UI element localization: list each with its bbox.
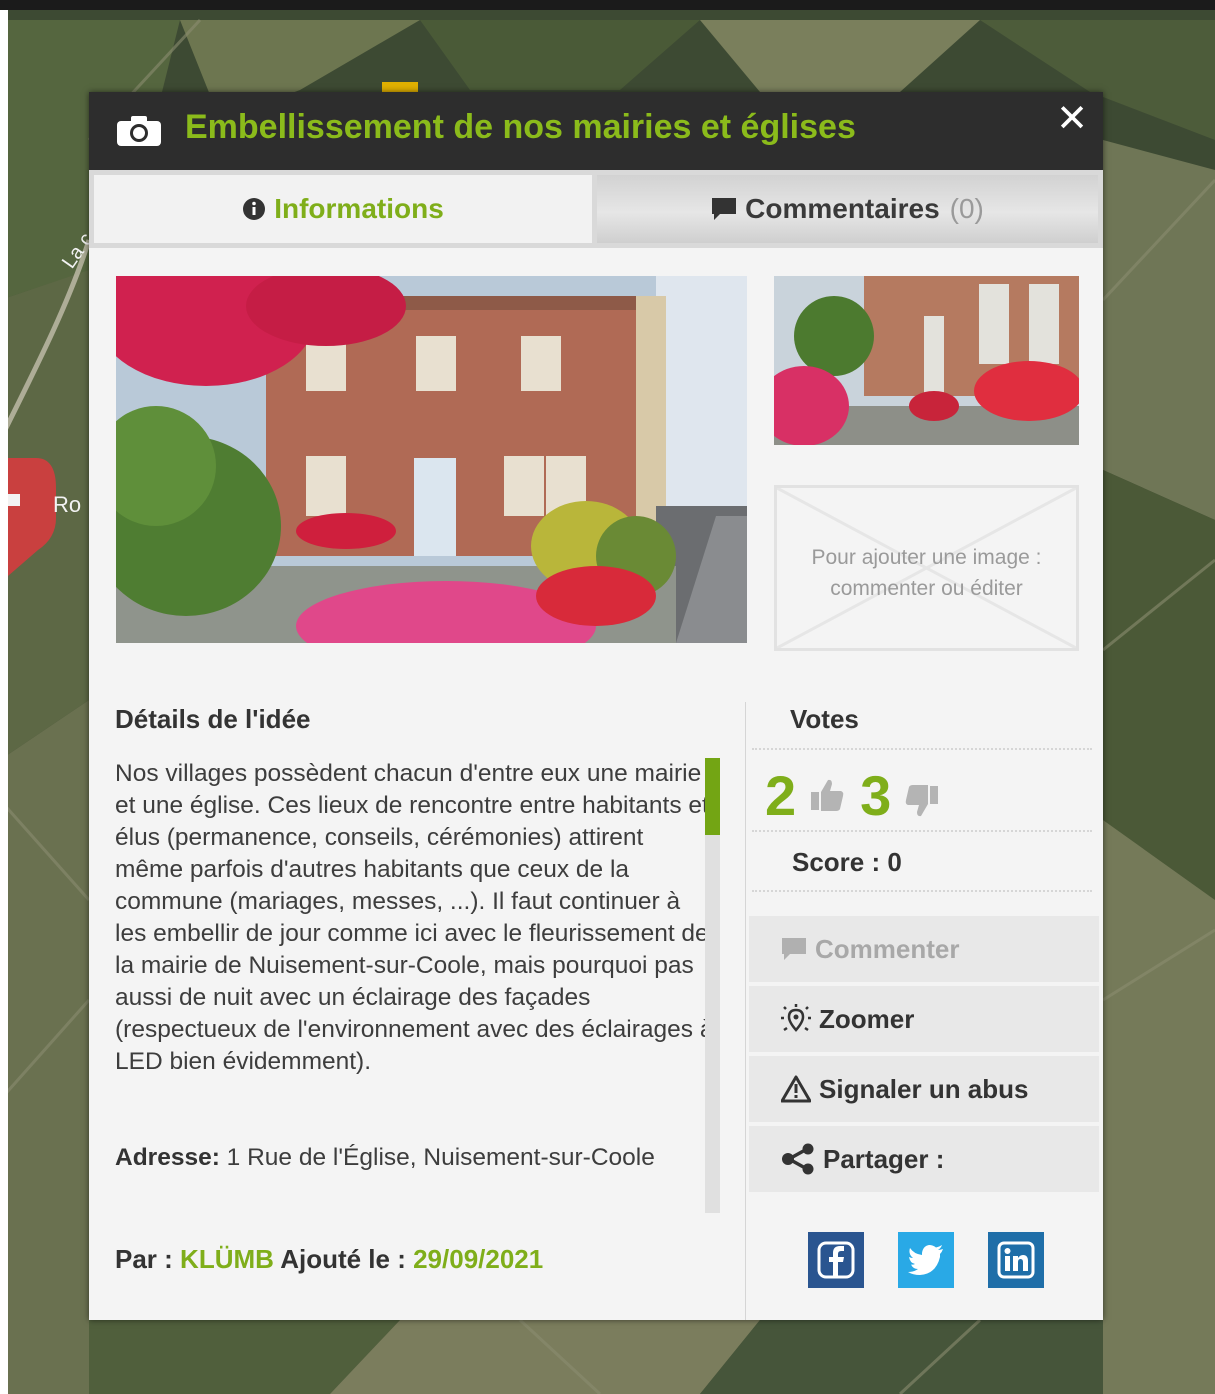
by-label: Par :	[115, 1244, 173, 1274]
comment-button-label: Commenter	[815, 933, 960, 964]
map-marker-icon[interactable]	[8, 458, 56, 576]
tab-informations[interactable]: Informations	[94, 175, 592, 243]
main-photo[interactable]	[116, 276, 747, 643]
tab-commentaires-label: Commentaires	[745, 193, 940, 224]
warning-icon	[781, 1075, 811, 1103]
thumbs-up-icon[interactable]	[810, 778, 844, 812]
info-icon	[242, 197, 266, 221]
comment-icon	[711, 197, 737, 221]
details-scrollbar-thumb[interactable]	[705, 758, 720, 835]
camera-icon	[117, 116, 161, 146]
zoom-button[interactable]: Zoomer	[749, 986, 1099, 1052]
column-divider	[745, 702, 746, 1320]
divider	[752, 748, 1092, 750]
divider	[752, 830, 1092, 832]
byline: Par : KLÜMB Ajouté le : 29/09/2021	[115, 1244, 543, 1275]
tab-commentaires[interactable]: Commentaires (0)	[597, 175, 1098, 243]
zoom-button-label: Zoomer	[819, 1003, 915, 1034]
twitter-share-button[interactable]	[898, 1232, 954, 1288]
popup-tabs: Informations Commentaires (0)	[89, 170, 1103, 248]
address-value: 1 Rue de l'Église, Nuisement-sur-Coole	[226, 1144, 655, 1171]
address: Adresse: 1 Rue de l'Église, Nuisement-su…	[115, 1142, 675, 1174]
added-date: 29/09/2021	[413, 1244, 544, 1274]
votes-title: Votes	[790, 704, 859, 734]
tab-informations-label: Informations	[274, 193, 444, 224]
facebook-icon	[817, 1241, 855, 1279]
share-button[interactable]: Partager :	[749, 1126, 1099, 1192]
added-label: Ajouté le :	[280, 1244, 406, 1274]
upvote-count: 2	[765, 763, 797, 827]
popup-header: Embellissement de nos mairies et églises…	[89, 92, 1103, 170]
report-abuse-button[interactable]: Signaler un abus	[749, 1056, 1099, 1122]
thumbs-down-icon[interactable]	[905, 772, 939, 818]
add-image-placeholder[interactable]: Pour ajouter une image : commenter ou éd…	[774, 485, 1079, 651]
linkedin-share-button[interactable]	[988, 1232, 1044, 1288]
comments-count: (0)	[949, 193, 984, 224]
votes-row: 2 3	[765, 760, 955, 830]
score: Score : 0	[792, 847, 902, 877]
zoom-location-icon	[781, 1004, 811, 1034]
downvote-count: 3	[860, 763, 892, 827]
details-title: Détails de l'idée	[115, 704, 311, 734]
facebook-share-button[interactable]	[808, 1232, 864, 1288]
thumbnail-photo[interactable]	[774, 276, 1079, 445]
linkedin-icon	[997, 1241, 1035, 1279]
idea-popup: Embellissement de nos mairies et églises…	[89, 92, 1103, 1320]
author-name: KLÜMB	[180, 1244, 274, 1274]
map-marker-label: Ro	[53, 492, 82, 517]
comment-button[interactable]: Commenter	[749, 916, 1099, 982]
popup-title: Embellissement de nos mairies et églises	[185, 108, 856, 146]
report-abuse-label: Signaler un abus	[819, 1073, 1029, 1104]
map-edge	[0, 10, 8, 1394]
top-bar	[0, 0, 1215, 10]
share-label: Partager :	[823, 1143, 945, 1174]
twitter-icon	[908, 1245, 943, 1275]
comment-icon	[781, 937, 807, 961]
share-icon	[781, 1143, 815, 1175]
details-text: Nos villages possèdent chacun d'entre eu…	[115, 760, 714, 1075]
close-button[interactable]: ✕	[1053, 98, 1091, 140]
divider	[752, 890, 1092, 892]
address-label: Adresse:	[115, 1144, 220, 1171]
add-image-text: Pour ajouter une image : commenter ou éd…	[811, 546, 1042, 600]
social-share-buttons	[808, 1232, 1078, 1288]
